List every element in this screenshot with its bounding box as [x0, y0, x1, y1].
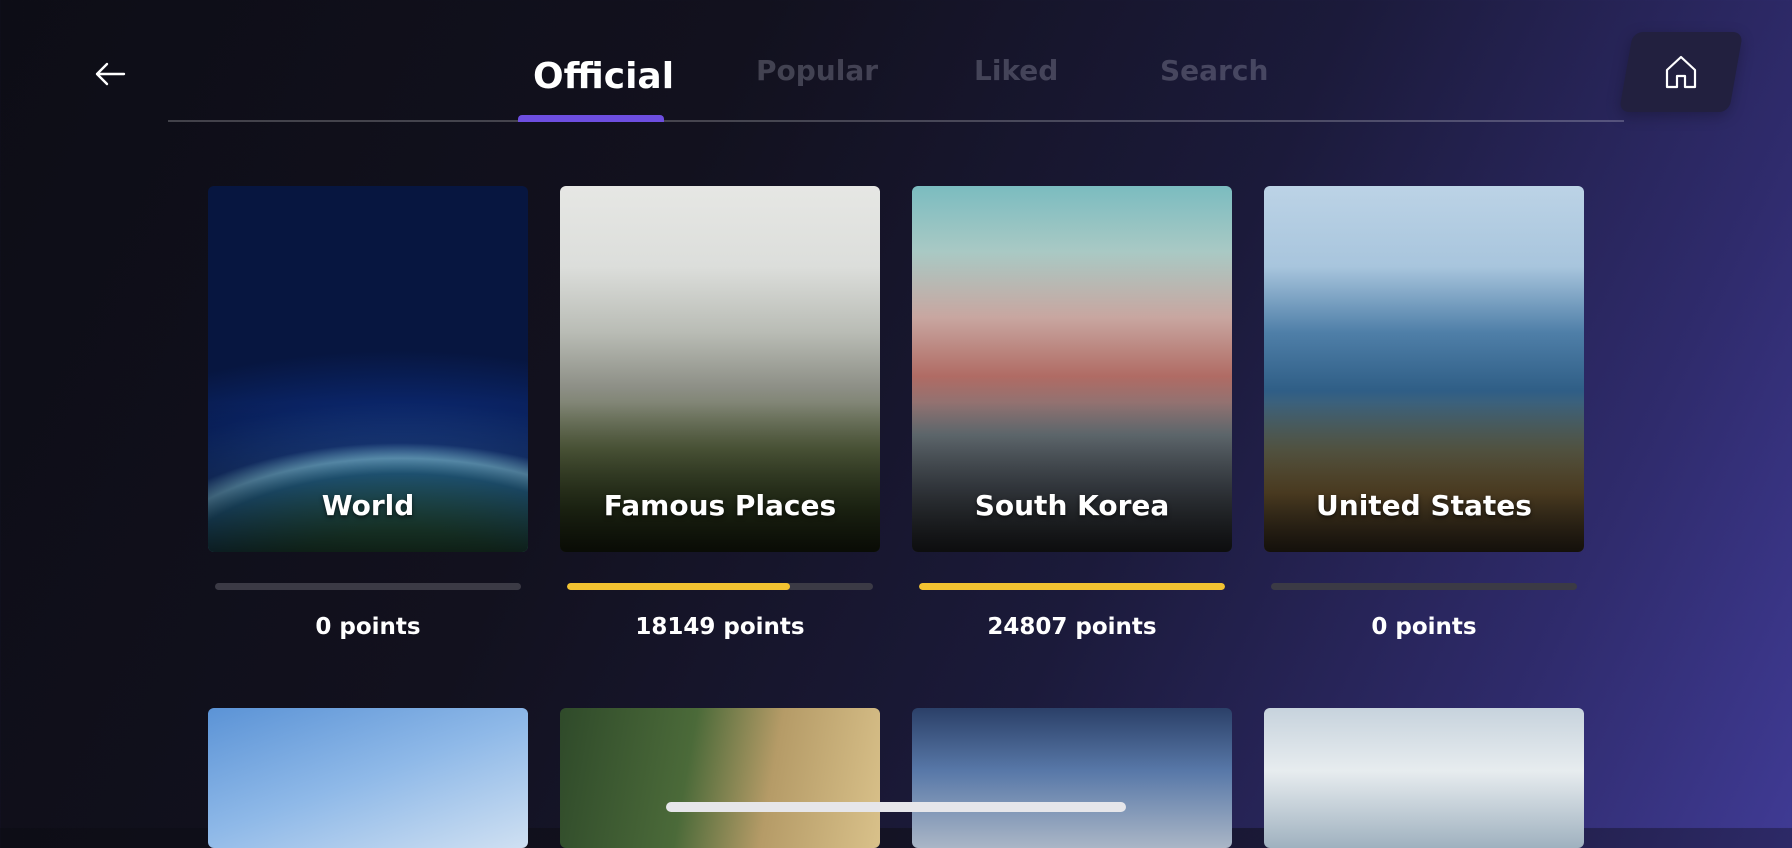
points-label-famous-places: 18149 points [635, 614, 805, 640]
card-title: United States [1316, 489, 1532, 522]
category-card-row2-1[interactable] [208, 708, 528, 848]
back-button[interactable] [88, 52, 132, 96]
progress-fill [567, 583, 791, 590]
progress-bar-famous-places [567, 583, 873, 590]
card-title: South Korea [974, 489, 1170, 522]
points-label-south-korea: 24807 points [987, 614, 1157, 640]
active-tab-indicator [518, 115, 664, 122]
tab-popular[interactable]: Popular [756, 54, 878, 87]
category-card-south-korea[interactable]: South Korea [912, 186, 1232, 552]
arrow-left-icon [95, 62, 126, 86]
tab-liked[interactable]: Liked [974, 54, 1058, 87]
category-card-united-states[interactable]: United States [1264, 186, 1584, 552]
category-card-row2-3[interactable] [912, 708, 1232, 848]
category-card-famous-places[interactable]: Famous Places [560, 186, 880, 552]
tab-search[interactable]: Search [1160, 54, 1268, 87]
points-label-world: 0 points [315, 614, 421, 640]
card-title: World [321, 489, 415, 522]
home-icon [1665, 55, 1697, 89]
progress-bar-south-korea [919, 583, 1225, 590]
category-card-world[interactable]: World [208, 186, 528, 552]
tab-bar: Official Popular Liked Search [168, 40, 1624, 122]
progress-bar-world [215, 583, 521, 590]
home-button[interactable] [1618, 32, 1744, 112]
category-card-row2-2[interactable] [560, 708, 880, 848]
tab-official[interactable]: Official [533, 56, 674, 97]
progress-bar-united-states [1271, 583, 1577, 590]
category-card-row2-4[interactable] [1264, 708, 1584, 848]
scroll-indicator[interactable] [666, 802, 1126, 812]
card-title: Famous Places [603, 489, 837, 522]
progress-fill [919, 583, 1225, 590]
points-label-united-states: 0 points [1371, 614, 1477, 640]
